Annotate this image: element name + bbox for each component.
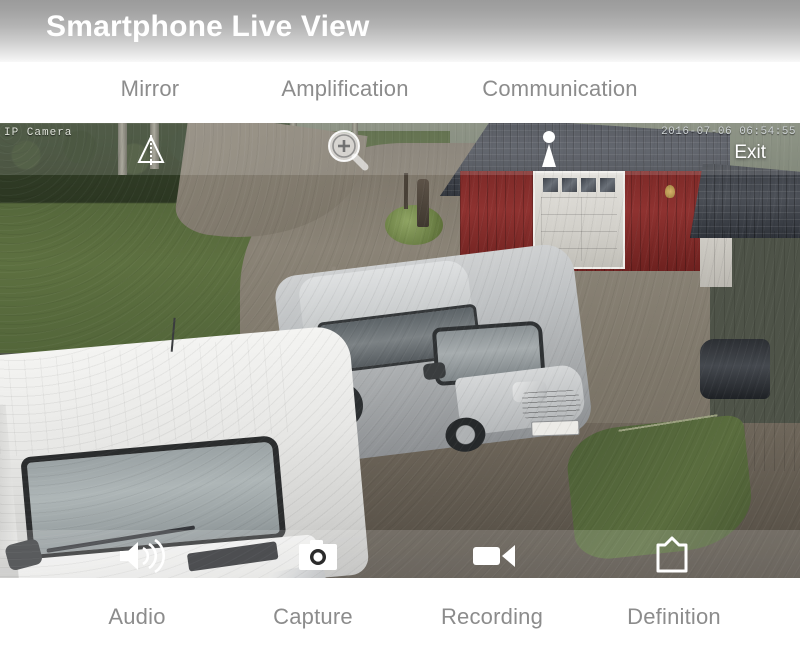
video-camera-icon[interactable] [466,537,522,575]
bottom-control-label-row: Audio Capture Recording Definition [0,578,800,656]
microphone-icon[interactable] [525,126,573,174]
label-amplification: Amplification [281,76,409,101]
speaker-sound-icon[interactable] [112,537,172,575]
video-scene [0,123,800,578]
smartphone-live-view-app: Smartphone Live View Mirror Amplificatio… [0,0,800,656]
square-up-arrow-icon[interactable] [648,533,696,577]
mirror-flip-icon[interactable] [127,128,175,172]
app-header: Smartphone Live View [0,0,800,62]
osd-channel-label: IP Camera [4,127,73,139]
label-recording: Recording [440,604,544,629]
label-communication: Communication [482,76,638,101]
live-video-feed[interactable]: IP Camera 2016-07-06 06:54:55 Exit [0,123,800,578]
osd-timestamp: 2016-07-06 06:54:55 [661,126,796,138]
page-title: Smartphone Live View [46,10,370,43]
scene-garage-door-windows [543,178,615,192]
scene-dark-car [700,339,770,399]
label-definition: Definition [627,604,721,629]
magnifier-plus-icon[interactable] [320,125,376,175]
scene-shrub [385,205,443,245]
label-capture: Capture [273,604,353,629]
scene-statue [417,179,429,227]
top-control-label-row: Mirror Amplification Communication [0,62,800,123]
scene-wall-lamp [665,185,675,198]
label-mirror: Mirror [120,76,180,101]
camera-icon[interactable] [290,537,346,575]
exit-button[interactable]: Exit [734,142,766,164]
label-audio: Audio [108,604,166,629]
scene-post [404,173,408,209]
